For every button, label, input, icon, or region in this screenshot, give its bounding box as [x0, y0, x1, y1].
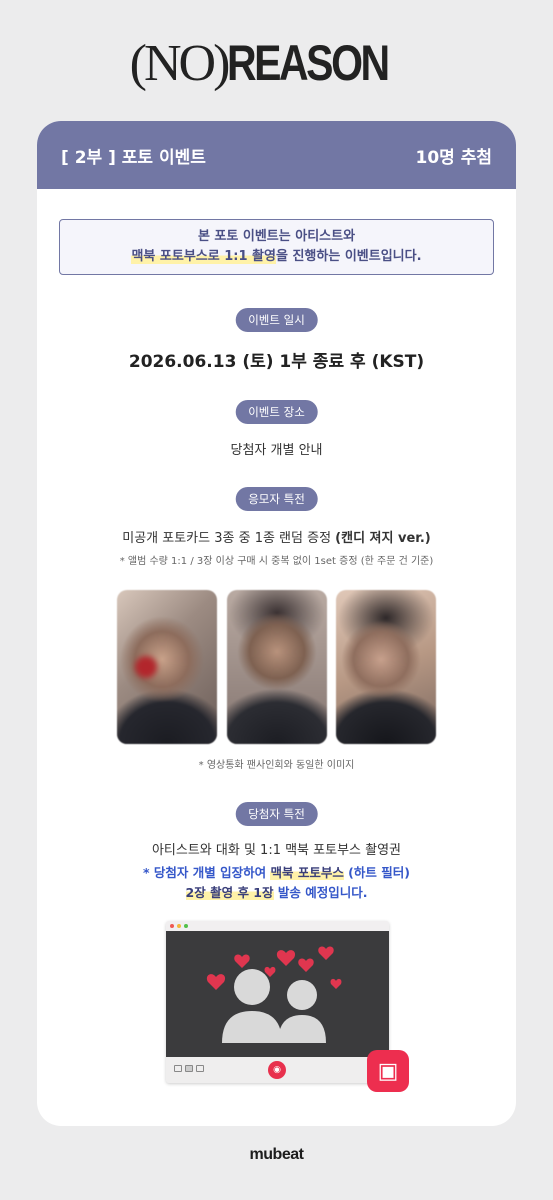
window-minimize-dot [177, 924, 181, 928]
photocard-1 [117, 590, 217, 744]
event-place-value: 당첨자 개별 안내 [230, 443, 323, 458]
winner-benefit-desc: 아티스트와 대화 및 1:1 맥북 포토부스 촬영권 [151, 843, 402, 858]
winner-note-1: * 당첨자 개별 입장하여 맥북 포토부스 (하트 필터) [37, 862, 516, 881]
photobooth-screen [166, 931, 389, 1057]
applicant-desc-bold: (캔디 져지 ver.) [335, 531, 431, 546]
winner-count: 10명 추첨 [415, 147, 493, 168]
window-close-dot [170, 924, 174, 928]
heart-icon [206, 974, 226, 990]
notice-highlight: 맥북 포토부스로 1:1 촬영 [131, 249, 276, 264]
heart-icon [234, 954, 250, 968]
photocard-3 [336, 590, 436, 744]
heart-icon [276, 950, 296, 966]
person-body [278, 1015, 326, 1043]
winner-note-1-prefix: * 당첨자 개별 입장하여 [143, 865, 271, 880]
heart-icon [298, 958, 314, 972]
applicant-benefit-desc: 미공개 포토카드 3종 중 1종 랜덤 증정 (캔디 져지 ver.) [37, 527, 516, 546]
event-title: [ 2부 ] 포토 이벤트 [61, 147, 206, 168]
applicant-benefit-label: 응모자 특전 [235, 487, 318, 511]
window-zoom-dot [184, 924, 188, 928]
person-icon [234, 969, 270, 1005]
person-body [222, 1011, 282, 1043]
photo-caption: * 영상통화 팬사인회와 동일한 이미지 [198, 760, 355, 771]
winner-benefit-label: 당첨자 특전 [235, 802, 318, 826]
photobooth-app-icon: ▣ [367, 1050, 409, 1092]
winner-note-1-highlight: 맥북 포토부스 [270, 865, 344, 880]
winner-note-2: 2장 촬영 후 1장 발송 예정입니다. [37, 882, 516, 901]
applicant-desc-main: 미공개 포토카드 3종 중 1종 랜덤 증정 [122, 531, 336, 546]
event-date-label: 이벤트 일시 [235, 308, 318, 332]
card-header: [ 2부 ] 포토 이벤트 10명 추첨 [37, 121, 516, 189]
applicant-benefit-note: * 앨범 수량 1:1 / 3장 이상 구매 시 중복 없이 1set 증정 (… [119, 556, 434, 567]
notice-line-2-rest: 을 진행하는 이벤트입니다. [275, 249, 422, 264]
event-card: [ 2부 ] 포토 이벤트 10명 추첨 본 포토 이벤트는 아티스트와 맥북 … [37, 121, 516, 1126]
winner-note-1-suffix: (하트 필터) [343, 865, 410, 880]
photobooth-window: ◉ [166, 921, 389, 1083]
heart-icon [264, 966, 276, 977]
video-mode-icon[interactable] [196, 1065, 204, 1072]
notice-line-2: 맥북 포토부스로 1:1 촬영을 진행하는 이벤트입니다. [60, 247, 493, 267]
person-icon [287, 980, 317, 1010]
heart-icon [330, 978, 342, 989]
brand-logo: (NO)REASON [0, 38, 553, 90]
photocard-2 [227, 590, 327, 744]
event-date-value: 2026.06.13 (토) 1부 종료 후 (KST) [128, 352, 425, 372]
logo-paren: (NO) [129, 35, 231, 92]
notice-box: 본 포토 이벤트는 아티스트와 맥북 포토부스로 1:1 촬영을 진행하는 이벤… [59, 219, 494, 275]
single-view-icon[interactable] [185, 1065, 193, 1072]
people-heart-illustration [206, 946, 342, 1043]
event-place-label: 이벤트 장소 [235, 400, 318, 424]
heart-icon [318, 946, 334, 960]
photobooth-toolbar: ◉ [166, 1057, 389, 1083]
logo-word: REASON [227, 35, 390, 91]
window-titlebar [166, 921, 389, 931]
winner-note-2-highlight: 2장 촬영 후 1장 [185, 885, 274, 900]
footer-brand-logo: mubeat [249, 1146, 304, 1163]
winner-note-2-suffix: 발송 예정입니다. [273, 885, 368, 900]
camera-shutter-icon[interactable]: ◉ [268, 1061, 286, 1079]
notice-line-1: 본 포토 이벤트는 아티스트와 [197, 229, 356, 244]
grid-view-icon[interactable] [174, 1065, 182, 1072]
